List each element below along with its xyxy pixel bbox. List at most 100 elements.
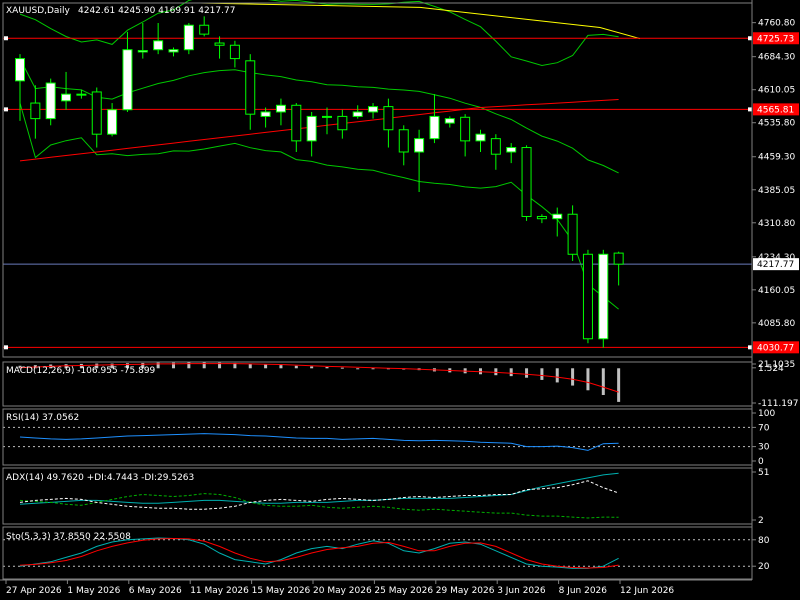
candle-body[interactable] [107,109,118,135]
candle-body[interactable] [137,50,148,53]
candle-body[interactable] [45,82,56,120]
candle-body[interactable] [613,252,624,265]
line-handle-left[interactable] [4,107,8,112]
line-handle-right[interactable] [748,36,752,41]
macd-histogram-bar [371,368,375,370]
level-price-label: 4030.77 [757,343,794,353]
candle-body[interactable] [275,104,286,113]
candle-body[interactable] [214,42,225,46]
macd-histogram-bar [555,368,559,383]
candle-body[interactable] [567,213,578,255]
rsi-tick-label: 70 [758,423,770,433]
candle-body[interactable] [444,118,455,124]
adx-minus-di-line [19,480,619,510]
ohlc-readout: 4242.61 4245.90 4169.91 4217.77 [78,6,235,16]
time-tick-label: 27 Apr 2026 [6,586,62,596]
time-tick-label: 12 Jun 2026 [620,586,674,596]
candle-body[interactable] [383,106,394,131]
price-panel[interactable]: 4725.734565.814030.774217.77 4760.804684… [3,0,799,354]
stochastic-panel[interactable]: 80 20 Sto(5,3,3) 37.8550 22.5508 [3,532,770,572]
candle-body[interactable] [30,102,41,120]
price-tick-label: 4385.05 [758,186,795,196]
candle-body[interactable] [199,24,210,35]
level-price-label: 4725.73 [757,34,794,44]
adx-panel[interactable]: 51 2 ADX(14) 49.7620 +DI:4.7443 -DI:29.52… [6,468,769,526]
macd-histogram-bar [356,368,360,370]
stochastic-label: Sto(5,3,3) 37.8550 22.5508 [6,532,131,542]
candle-body[interactable] [291,104,302,142]
candle-body[interactable] [368,106,379,113]
rsi-tick-label: 30 [758,443,770,453]
candle-body[interactable] [61,93,72,102]
macd-histogram-bar [540,368,544,380]
candle-body[interactable] [183,24,194,51]
time-tick-label: 15 May 2026 [252,586,311,596]
rsi-tick-label: 0 [758,457,764,467]
rsi-tick-label: 100 [758,409,775,419]
level-price-label: 4565.81 [757,105,794,115]
candle-body[interactable] [15,58,25,82]
macd-histogram-bar [601,368,605,395]
price-tick-label: 4684.30 [758,53,795,63]
candle-body[interactable] [245,60,256,115]
macd-histogram-bar [294,365,298,369]
price-tick-label: 4160.05 [758,286,795,296]
trading-chart[interactable]: 4725.734565.814030.774217.77 4760.804684… [0,0,800,600]
time-tick-label: 8 Jun 2026 [559,586,608,596]
rsi-panel[interactable]: 100 70 30 0 RSI(14) 37.0562 [3,409,775,467]
price-tick-label: 4310.80 [758,219,795,229]
candle-body[interactable] [582,253,593,340]
candle-body[interactable] [414,138,425,153]
candle-body[interactable] [306,115,317,142]
sto-main-line [19,537,619,569]
panel-frame [2,2,753,358]
line-handle-left[interactable] [4,36,8,41]
candle-body[interactable] [460,116,471,142]
macd-histogram-bar [310,366,314,369]
time-tick-label: 29 May 2026 [436,586,495,596]
candle-body[interactable] [398,129,409,153]
candle-body[interactable] [122,49,133,111]
line-handle-right[interactable] [748,107,752,112]
rsi-line [19,433,619,451]
macd-histogram-bar [264,364,268,369]
candle-body[interactable] [490,138,501,155]
sto-tick-label: 80 [758,536,770,546]
macd-tick-label: 1.524 [758,364,784,374]
candle-body[interactable] [429,115,440,140]
line-handle-right[interactable] [748,345,752,350]
time-tick-label: 25 May 2026 [374,586,433,596]
macd-histogram-bar [279,365,283,369]
candle-body[interactable] [229,44,240,60]
long-moving-average [199,2,641,40]
price-tick-label: 4760.80 [758,19,795,29]
candle-body[interactable] [168,49,179,53]
candle-body[interactable] [260,111,271,117]
macd-histogram-bar [509,368,513,377]
candle-body[interactable] [153,40,164,51]
symbol-title: XAUUSD,Daily [6,6,70,16]
candle-body[interactable] [337,115,348,131]
candle-body[interactable] [536,215,547,220]
price-tick-label: 4234.30 [758,253,795,263]
macd-panel[interactable]: 21.10351.524-111.197 MACD(12,26,9) -106.… [6,360,798,409]
candle-body[interactable] [322,115,332,118]
candle-body[interactable] [91,91,102,135]
macd-histogram-bar [325,367,329,369]
time-axis: 27 Apr 2026 1 May 2026 6 May 2026 11 May 20… [5,580,674,596]
rsi-label: RSI(14) 37.0562 [6,413,79,423]
candle-body[interactable] [521,147,532,217]
adx-label: ADX(14) 49.7620 +DI:4.7443 -DI:29.5263 [6,473,194,483]
line-handle-left[interactable] [4,345,8,350]
candle-body[interactable] [352,111,363,117]
candle-body[interactable] [475,133,486,142]
candle-body[interactable] [552,213,563,220]
candle-body[interactable] [506,147,517,153]
time-tick-label: 6 May 2026 [129,586,182,596]
macd-histogram-bar [525,368,529,378]
price-tick-label: 4459.30 [758,153,795,163]
candle-body[interactable] [76,93,87,96]
price-tick-label: 4535.80 [758,119,795,129]
adx-tick-label: 2 [758,516,764,526]
candle-body[interactable] [598,253,609,340]
